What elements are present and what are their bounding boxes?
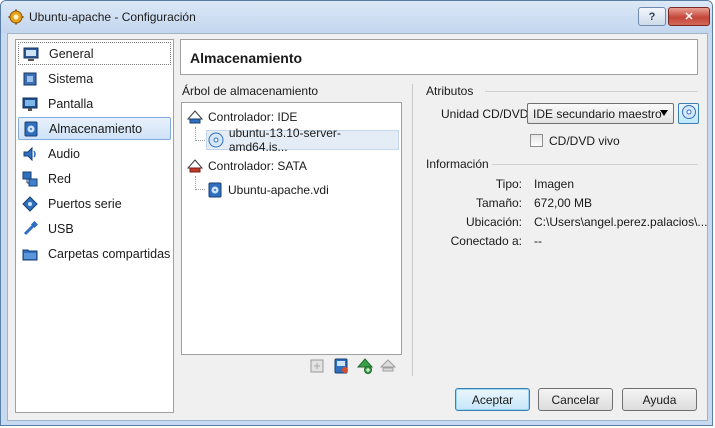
close-icon: ✕ [684,11,694,23]
help-button-label: Ayuda [642,392,677,407]
add-controller-icon[interactable] [308,357,326,375]
cancel-button-label: Cancelar [551,392,600,407]
sidebar-item-audio[interactable]: Audio [18,142,171,165]
help-title-button[interactable]: ? [638,7,666,26]
info-key-size: Tamaño: [475,196,522,210]
display-icon [21,95,39,113]
tree-controller-label: Controlador: SATA [208,159,307,173]
info-key-location: Ubicación: [465,215,522,229]
help-title-label: ? [648,10,656,23]
information-separator [492,164,698,165]
section-header: Almacenamiento [180,39,698,75]
storage-icon [22,120,40,138]
dialog-client-area: General Sistema Pantalla Almacenamiento … [7,33,708,421]
sidebar-item-label: General [49,46,94,61]
sidebar-item-label: Red [48,171,71,186]
page-title: Almacenamiento [190,50,303,66]
tree-attachment-label: ubuntu-13.10-server-amd64.is... [228,126,341,154]
shared-folder-icon [21,245,39,263]
settings-window: Ubuntu-apache - Configuración ? ✕ Genera… [0,0,713,426]
usb-icon [21,220,39,238]
sidebar-item-label: Puertos serie [48,196,122,211]
attributes-separator [485,91,698,92]
info-key-attached: Conectado a: [450,234,522,248]
info-key-type: Tipo: [495,177,522,191]
system-icon [21,70,39,88]
tree-attachment-label: Ubuntu-apache.vdi [228,183,329,197]
virtualbox-gear-icon [8,9,24,25]
remove-attachment-icon[interactable] [379,357,397,375]
accept-button[interactable]: Aceptar [455,388,530,411]
add-attachment-icon[interactable] [332,357,350,375]
chevron-down-icon [660,110,668,116]
storage-tree[interactable]: Controlador: IDE ubuntu-13.10-server-amd… [181,102,402,355]
sidebar-item-label: Carpetas compartidas [48,246,171,261]
live-cd-checkbox[interactable] [530,134,543,147]
window-title: Ubuntu-apache - Configuración [29,10,196,24]
title-bar[interactable]: Ubuntu-apache - Configuración ? ✕ [1,1,712,33]
tree-connector [195,176,205,190]
information-title: Información [426,157,489,171]
cd-dvd-icon [207,131,225,149]
live-cd-label: CD/DVD vivo [549,134,620,148]
info-value-type: Imagen [534,177,575,191]
help-button[interactable]: Ayuda [622,388,697,411]
sidebar-item-puertos-serie[interactable]: Puertos serie [18,192,171,215]
info-value-size: 672,00 MB [534,196,593,210]
sidebar-item-general[interactable]: General [18,42,171,65]
cd-drive-value: IDE secundario maestro [533,106,662,121]
sidebar-item-carpetas-compartidas[interactable]: Carpetas compartidas [18,242,171,265]
cancel-button[interactable]: Cancelar [538,388,613,411]
accept-button-label: Aceptar [471,392,514,407]
sidebar-item-label: USB [48,221,74,236]
choose-disc-button[interactable] [678,103,699,124]
sidebar-item-sistema[interactable]: Sistema [18,67,171,90]
panel-divider [412,84,413,376]
sidebar-item-label: Almacenamiento [49,121,143,136]
tree-controller-label: Controlador: IDE [208,110,298,124]
audio-icon [21,145,39,163]
cd-drive-label: Unidad CD/DVD: [441,107,532,121]
general-icon [22,45,40,63]
tree-attachment-hdd[interactable]: Ubuntu-apache.vdi [206,180,329,200]
sidebar-item-pantalla[interactable]: Pantalla [18,92,171,115]
sidebar-item-label: Sistema [48,71,94,86]
optical-disc-icon [681,104,697,123]
cd-drive-select[interactable]: IDE secundario maestro [527,103,674,124]
serial-port-icon [21,195,39,213]
close-button[interactable]: ✕ [668,7,710,26]
sidebar-item-label: Audio [48,146,80,161]
storage-tree-label: Árbol de almacenamiento [182,84,319,98]
ide-controller-icon [186,108,204,126]
tree-controller-sata[interactable]: Controlador: SATA [186,156,307,176]
sata-controller-icon [186,157,204,175]
info-value-attached: -- [534,234,542,248]
category-list: General Sistema Pantalla Almacenamiento … [15,39,174,413]
sidebar-item-red[interactable]: Red [18,167,171,190]
info-value-location: C:\Users\angel.perez.palacios\... [534,215,708,229]
tree-controller-ide[interactable]: Controlador: IDE [186,107,297,127]
tree-connector [195,127,205,141]
tree-attachment-cd[interactable]: ubuntu-13.10-server-amd64.is... [206,126,399,154]
attributes-title: Atributos [426,84,474,98]
sidebar-item-usb[interactable]: USB [18,217,171,240]
sidebar-item-label: Pantalla [48,96,94,111]
add-optical-icon[interactable] [356,357,374,375]
network-icon [21,170,39,188]
hard-disk-icon [206,181,224,199]
sidebar-item-almacenamiento[interactable]: Almacenamiento [18,117,171,140]
